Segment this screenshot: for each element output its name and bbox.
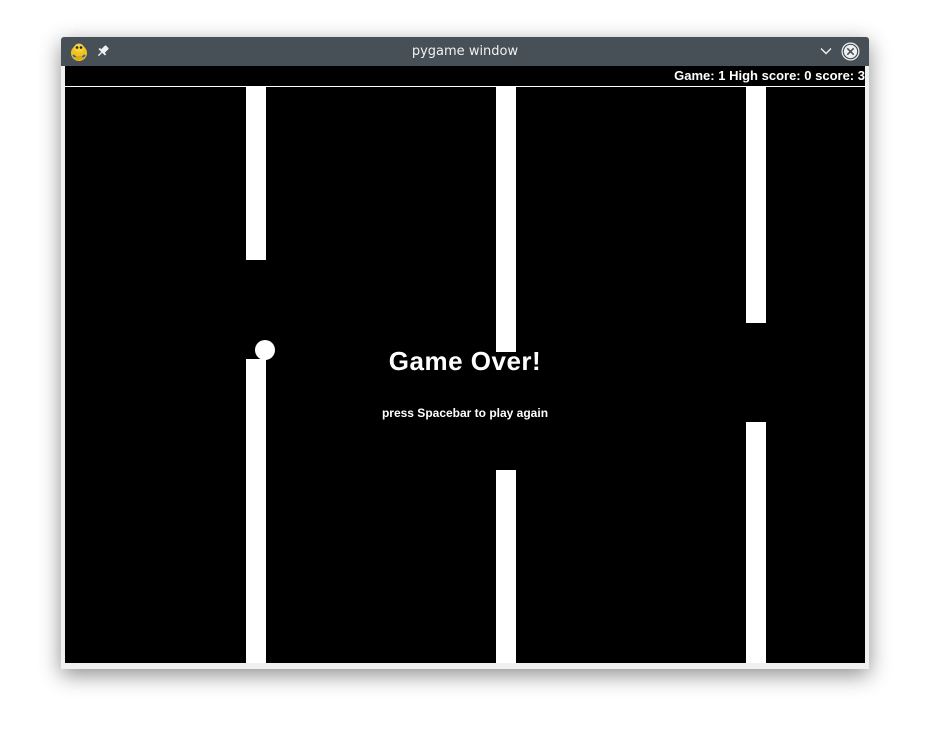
- hud-divider: [65, 86, 865, 87]
- pipe-bottom: [246, 359, 266, 663]
- high-score-label: High score:: [729, 68, 801, 83]
- pipe-top: [246, 87, 266, 260]
- pipe-bottom: [496, 470, 516, 663]
- pipe-bottom: [746, 422, 766, 663]
- restart-hint: press Spacebar to play again: [381, 406, 549, 420]
- window-title: pygame window: [411, 44, 519, 59]
- score-value: 3: [857, 68, 865, 83]
- pygame-window: pygame window Game: 1 High score: 0 scor…: [61, 37, 869, 669]
- title-bar[interactable]: pygame window: [61, 37, 869, 66]
- high-score-value: 0: [804, 68, 812, 83]
- score-display: Game: 1 High score: 0 score: 3: [674, 67, 865, 85]
- pipe-top: [496, 87, 516, 352]
- game-canvas[interactable]: Game: 1 High score: 0 score: 3 Game Over…: [65, 66, 865, 663]
- chevron-down-icon[interactable]: [818, 43, 834, 59]
- game-label: Game:: [674, 68, 715, 83]
- game-over-title: Game Over!: [388, 346, 542, 376]
- close-icon[interactable]: [841, 42, 860, 61]
- score-label: score:: [815, 68, 855, 83]
- pipe-top: [746, 87, 766, 323]
- game-count: 1: [718, 68, 726, 83]
